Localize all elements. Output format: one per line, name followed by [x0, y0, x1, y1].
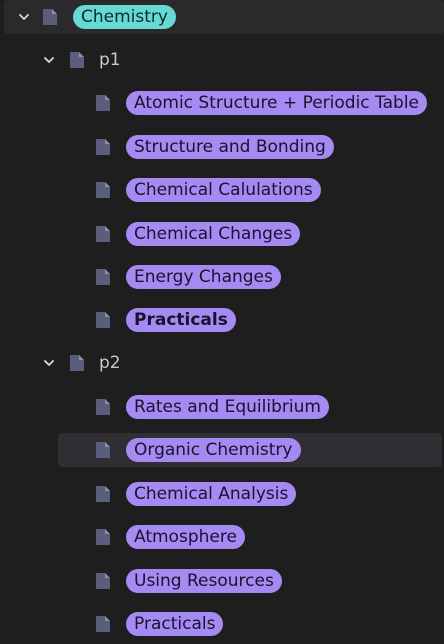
tree-item-row[interactable]: Chemical Analysis [0, 477, 444, 511]
tree-item-label[interactable]: Chemical Calulations [126, 178, 321, 202]
tree-item-row[interactable]: Using Resources [0, 564, 444, 598]
tree-item-row[interactable]: Practicals [0, 303, 444, 337]
document-icon [95, 225, 111, 243]
document-icon [95, 311, 111, 329]
document-icon [95, 485, 111, 503]
tree-group-label[interactable]: p1 [99, 48, 121, 72]
tree-root-label[interactable]: Chemistry [73, 5, 176, 29]
document-icon [95, 528, 111, 546]
document-icon [95, 181, 111, 199]
tree-item-row[interactable]: Rates and Equilibrium [0, 390, 444, 424]
tree-item-row-selected[interactable]: Organic Chemistry [58, 433, 442, 467]
tree-item-label[interactable]: Chemical Changes [126, 222, 301, 246]
tree-item-label[interactable]: Organic Chemistry [126, 438, 301, 462]
document-icon [95, 94, 111, 112]
tree-item-row[interactable]: Practicals [0, 607, 444, 641]
document-icon [95, 268, 111, 286]
tree-group-row-p1[interactable]: p1 [0, 43, 444, 77]
tree-item-label[interactable]: Rates and Equilibrium [126, 395, 329, 419]
chevron-down-icon[interactable] [41, 355, 57, 371]
tree-item-label[interactable]: Practicals [126, 308, 236, 332]
tree-item-label[interactable]: Chemical Analysis [126, 482, 297, 506]
tree-item-label[interactable]: Structure and Bonding [126, 135, 334, 159]
tree-item-label[interactable]: Atmosphere [126, 525, 245, 549]
document-icon [95, 398, 111, 416]
document-icon [95, 615, 111, 633]
document-icon [95, 138, 111, 156]
tree-item-row[interactable]: Atmosphere [0, 520, 444, 554]
document-icon [69, 354, 85, 372]
tree-item-label[interactable]: Atomic Structure + Periodic Table [126, 91, 428, 115]
tree-root-row[interactable]: Chemistry [4, 0, 444, 34]
tree-item-label[interactable]: Using Resources [126, 569, 282, 593]
tree-item-row[interactable]: Energy Changes [0, 260, 444, 294]
tree-group-row-p2[interactable]: p2 [0, 346, 444, 380]
tree-item-row[interactable]: Structure and Bonding [0, 130, 444, 164]
tree-item-label[interactable]: Practicals [126, 612, 224, 636]
document-icon [95, 441, 111, 459]
tree-item-row[interactable]: Chemical Changes [0, 217, 444, 251]
tree-item-row[interactable]: Chemical Calulations [0, 173, 444, 207]
tree-item-label[interactable]: Energy Changes [126, 265, 281, 289]
document-icon [42, 8, 58, 26]
document-icon [69, 51, 85, 69]
chevron-down-icon[interactable] [41, 52, 57, 68]
tree-group-label[interactable]: p2 [99, 351, 121, 375]
chevron-down-icon[interactable] [16, 9, 32, 25]
document-icon [95, 572, 111, 590]
tree-item-row[interactable]: Atomic Structure + Periodic Table [0, 86, 444, 120]
